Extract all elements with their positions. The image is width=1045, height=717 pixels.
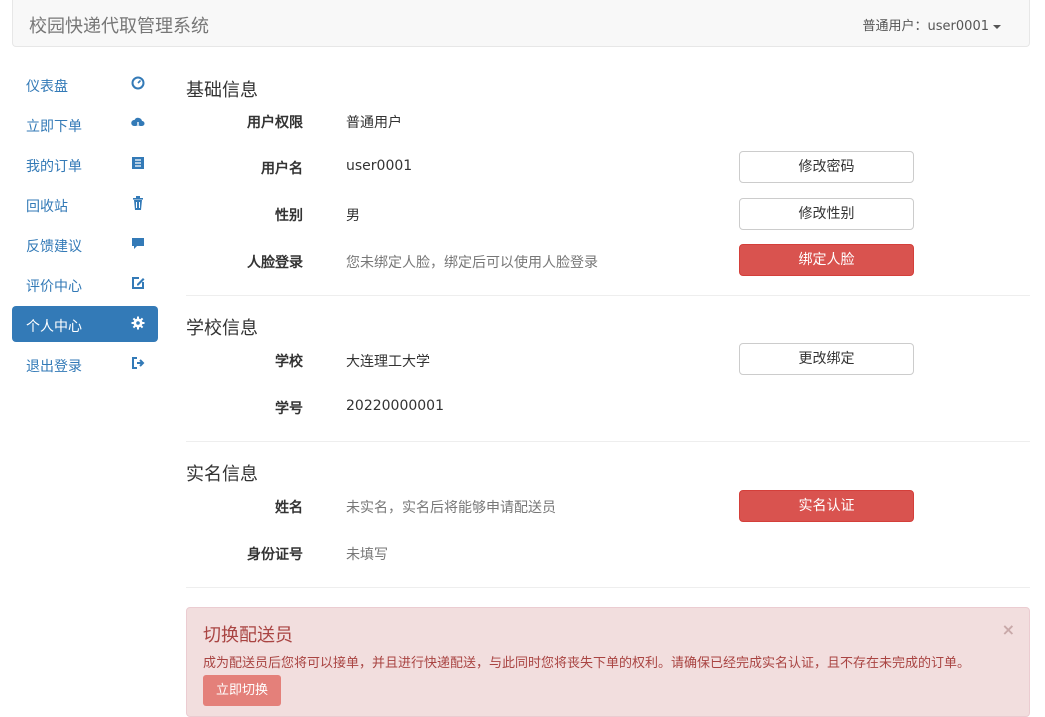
switch-courier-alert: 切换配送员 × 成为配送员后您将可以接单，并且进行快递配送，与此同时您将丧失下单… <box>186 607 1030 717</box>
dashboard-icon <box>131 76 145 90</box>
name-label: 姓名 <box>275 500 303 516</box>
sidebar-item-my-orders[interactable]: 我的订单 <box>12 146 158 182</box>
sidebar-item-label: 仪表盘 <box>26 79 68 95</box>
change-gender-button[interactable]: 修改性别 <box>739 198 914 230</box>
name-value: 未实名，实名后将能够申请配送员 <box>346 500 556 516</box>
sidebar-item-label: 评价中心 <box>26 279 82 295</box>
sidebar-item-logout[interactable]: 退出登录 <box>12 346 158 382</box>
app-title[interactable]: 校园快递代取管理系统 <box>29 12 209 38</box>
sidebar-item-place-order[interactable]: 立即下单 <box>12 106 158 142</box>
change-password-button[interactable]: 修改密码 <box>739 151 914 183</box>
bind-face-button[interactable]: 绑定人脸 <box>739 244 914 276</box>
alert-text: 成为配送员后您将可以接单，并且进行快递配送，与此同时您将丧失下单的权利。请确保已… <box>203 656 971 671</box>
gear-icon <box>131 316 145 330</box>
section-divider <box>186 587 1030 588</box>
cloud-download-icon <box>131 117 145 129</box>
sidebar-item-recycle-bin[interactable]: 回收站 <box>12 186 158 222</box>
verify-identity-button[interactable]: 实名认证 <box>739 490 914 522</box>
logout-icon <box>132 357 145 369</box>
username-label: 用户名 <box>261 161 303 177</box>
username-value: user0001 <box>346 158 413 174</box>
face-login-value: 您未绑定人脸，绑定后可以使用人脸登录 <box>346 255 598 271</box>
section-divider <box>186 441 1030 442</box>
school-value: 大连理工大学 <box>346 354 430 370</box>
comment-icon <box>132 238 144 249</box>
school-label: 学校 <box>275 354 303 370</box>
close-icon[interactable]: × <box>1002 620 1015 639</box>
change-binding-button[interactable]: 更改绑定 <box>739 343 914 375</box>
alert-title: 切换配送员 <box>203 625 293 646</box>
section-divider <box>186 295 1030 296</box>
list-icon <box>132 157 144 169</box>
permission-label: 用户权限 <box>247 115 303 131</box>
sidebar-item-personal-center[interactable]: 个人中心 <box>12 306 158 342</box>
gender-value: 男 <box>346 208 360 224</box>
sidebar-item-feedback[interactable]: 反馈建议 <box>12 226 158 262</box>
face-login-label: 人脸登录 <box>247 255 303 271</box>
caret-down-icon <box>993 24 1001 29</box>
user-menu-label: 普通用户：user0001 <box>862 19 989 34</box>
id-number-label: 身份证号 <box>247 547 303 563</box>
user-menu-dropdown[interactable]: 普通用户：user0001 <box>863 15 1001 34</box>
trash-icon <box>133 196 143 210</box>
sidebar-item-label: 个人中心 <box>26 319 82 335</box>
sidebar-item-label: 回收站 <box>26 199 68 215</box>
id-number-value: 未填写 <box>346 547 388 563</box>
sidebar-item-label: 立即下单 <box>26 119 82 135</box>
sidebar-item-dashboard[interactable]: 仪表盘 <box>12 66 158 102</box>
section-title-basic: 基础信息 <box>186 80 258 101</box>
sidebar-item-label: 反馈建议 <box>26 239 82 255</box>
student-id-label: 学号 <box>275 401 303 417</box>
sidebar-item-label: 我的订单 <box>26 159 82 175</box>
top-navbar: 校园快递代取管理系统 普通用户：user0001 <box>12 0 1030 47</box>
sidebar-item-review-center[interactable]: 评价中心 <box>12 266 158 302</box>
student-id-value: 20220000001 <box>346 398 444 414</box>
section-title-realname: 实名信息 <box>186 464 258 485</box>
section-title-school: 学校信息 <box>186 318 258 339</box>
gender-label: 性别 <box>275 208 303 224</box>
edit-icon <box>132 277 145 289</box>
sidebar-item-label: 退出登录 <box>26 359 82 375</box>
permission-value: 普通用户 <box>346 115 402 131</box>
switch-now-button[interactable]: 立即切换 <box>203 675 281 706</box>
